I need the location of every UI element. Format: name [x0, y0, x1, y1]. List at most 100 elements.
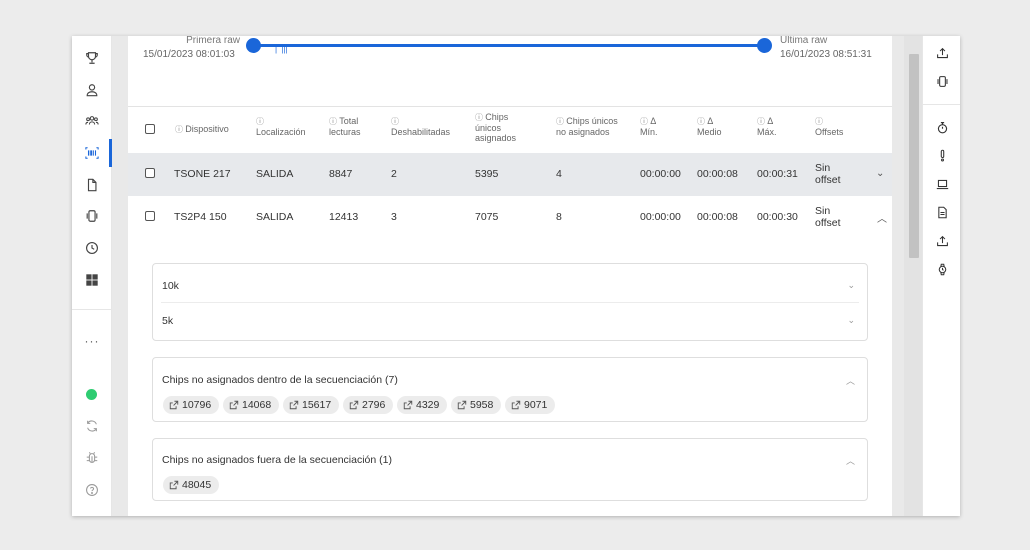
header-device[interactable]: ⓘ Dispositivo: [175, 124, 229, 135]
external-link-icon: [169, 400, 179, 410]
header-disabled[interactable]: ⓘ Deshabilitadas: [391, 116, 450, 137]
info-icon: ⓘ: [697, 117, 708, 126]
chevron-up-icon[interactable]: ︿: [877, 210, 887, 225]
cell-avg: 00:00:08: [697, 168, 738, 180]
header-total[interactable]: ⓘ Total lecturas: [329, 116, 379, 137]
chevron-up-icon[interactable]: ︿: [846, 454, 855, 467]
scrollbar-thumb[interactable]: [909, 54, 919, 258]
info-icon: ⓘ: [556, 117, 567, 126]
chip-link[interactable]: 10796: [163, 396, 220, 414]
chevron-up-icon[interactable]: ︿: [846, 374, 855, 387]
user-icon[interactable]: [72, 76, 112, 104]
document-icon[interactable]: [72, 171, 112, 199]
watch-icon[interactable]: [923, 258, 960, 280]
timeline-end-date: 16/01/2023 08:51:31: [780, 49, 872, 60]
external-link-icon: [229, 400, 239, 410]
header-assigned[interactable]: ⓘ Chips únicos asignados: [475, 112, 525, 143]
header-max[interactable]: ⓘ Δ Máx.: [757, 116, 783, 137]
info-icon: ⓘ: [475, 113, 486, 122]
chip-link[interactable]: 14068: [223, 396, 280, 414]
info-icon: ⓘ: [640, 117, 651, 126]
cell-location: SALIDA: [256, 168, 294, 180]
info-icon: ⓘ: [256, 117, 264, 126]
header-unassigned[interactable]: ⓘ Chips únicos no asignados: [556, 116, 624, 137]
external-link-icon: [169, 480, 179, 490]
select-all-checkbox[interactable]: [145, 124, 155, 134]
cell-device: TS2P4 150: [174, 211, 227, 223]
chip-link[interactable]: 2796: [343, 396, 394, 414]
section-divider: [128, 106, 892, 107]
timeline-end-handle[interactable]: [757, 38, 772, 53]
table-row[interactable]: TSONE 217 SALIDA 8847 2 5395 4 00:00:00 …: [128, 153, 892, 196]
main-content: Primera raw 15/01/2023 08:01:03 | ||| Úl…: [128, 36, 892, 516]
grid-icon[interactable]: [72, 266, 112, 294]
distance-item-label[interactable]: 10k: [162, 280, 179, 292]
upload-icon[interactable]: [923, 42, 960, 64]
row-checkbox[interactable]: [145, 168, 155, 178]
chip-link[interactable]: 48045: [163, 476, 220, 494]
status-dot: [86, 389, 97, 400]
chip-icon[interactable]: [923, 70, 960, 92]
file-icon[interactable]: [923, 201, 960, 223]
bug-icon[interactable]: [72, 444, 112, 472]
chip-number: 9071: [524, 399, 548, 411]
left-sidebar: ···: [72, 36, 112, 516]
header-min[interactable]: ⓘ Δ Mín.: [640, 116, 666, 137]
cell-assigned: 5395: [475, 168, 499, 180]
header-offsets[interactable]: ⓘ Offsets: [815, 116, 843, 137]
chip-number: 15617: [302, 399, 332, 411]
timeline-start-handle[interactable]: [246, 38, 261, 53]
cell-min: 00:00:00: [640, 211, 681, 223]
chip-number: 48045: [182, 479, 212, 491]
panel-title[interactable]: Chips no asignados dentro de la secuenci…: [162, 374, 398, 386]
cell-max: 00:00:31: [757, 168, 798, 180]
upload-icon[interactable]: [923, 230, 960, 252]
external-link-icon: [511, 400, 521, 410]
chevron-down-icon[interactable]: ⌄: [847, 315, 855, 326]
group-icon[interactable]: [72, 107, 112, 135]
chip-number: 5958: [470, 399, 494, 411]
table-row[interactable]: TS2P4 150 SALIDA 12413 3 7075 8 00:00:00…: [128, 196, 892, 239]
info-icon: ⓘ: [757, 117, 768, 126]
cell-min: 00:00:00: [640, 168, 681, 180]
header-avg[interactable]: ⓘ Δ Medio: [697, 116, 727, 137]
chip-number: 10796: [182, 399, 212, 411]
cell-unassigned: 8: [556, 211, 562, 223]
alert-icon[interactable]: [923, 144, 960, 166]
clock-icon[interactable]: [72, 234, 112, 262]
more-icon[interactable]: ···: [72, 334, 112, 348]
chevron-down-icon[interactable]: ⌄: [847, 280, 855, 291]
header-location[interactable]: ⓘ Localización: [256, 116, 306, 137]
trophy-icon[interactable]: [72, 44, 112, 72]
chip-link[interactable]: 9071: [505, 396, 556, 414]
divider: [161, 302, 859, 303]
distance-item-label[interactable]: 5k: [162, 315, 173, 327]
cell-offsets: Sin offset: [815, 162, 841, 186]
chip-link[interactable]: 5958: [451, 396, 502, 414]
laptop-icon[interactable]: [923, 173, 960, 195]
chip-link[interactable]: 15617: [283, 396, 340, 414]
cell-unassigned: 4: [556, 168, 562, 180]
app-window: ··· Primera raw 15/01/2023 08:01:03 | ||…: [72, 36, 960, 516]
chip-icon[interactable]: [72, 202, 112, 230]
timeline-start-label: Primera raw: [186, 36, 240, 46]
external-link-icon: [289, 400, 299, 410]
timeline-end-label: Última raw: [780, 36, 828, 46]
timeline-marks: | |||: [275, 45, 288, 54]
cell-avg: 00:00:08: [697, 211, 738, 223]
timeline-track[interactable]: [254, 44, 766, 47]
right-gutter: [892, 36, 904, 516]
row-checkbox[interactable]: [145, 211, 155, 221]
timeline-start-date: 15/01/2023 08:01:03: [143, 49, 235, 60]
unassigned-inside-panel: Chips no asignados dentro de la secuenci…: [152, 357, 868, 422]
help-icon[interactable]: [72, 476, 112, 504]
barcode-icon[interactable]: [72, 139, 112, 167]
unassigned-outside-panel: Chips no asignados fuera de la secuencia…: [152, 438, 868, 501]
nav-separator: [72, 309, 112, 310]
stopwatch-icon[interactable]: [923, 116, 960, 138]
refresh-icon[interactable]: [72, 412, 112, 440]
chevron-down-icon[interactable]: ⌄: [876, 168, 884, 179]
panel-title[interactable]: Chips no asignados fuera de la secuencia…: [162, 454, 392, 466]
cell-total: 12413: [329, 211, 359, 223]
chip-link[interactable]: 4329: [397, 396, 448, 414]
